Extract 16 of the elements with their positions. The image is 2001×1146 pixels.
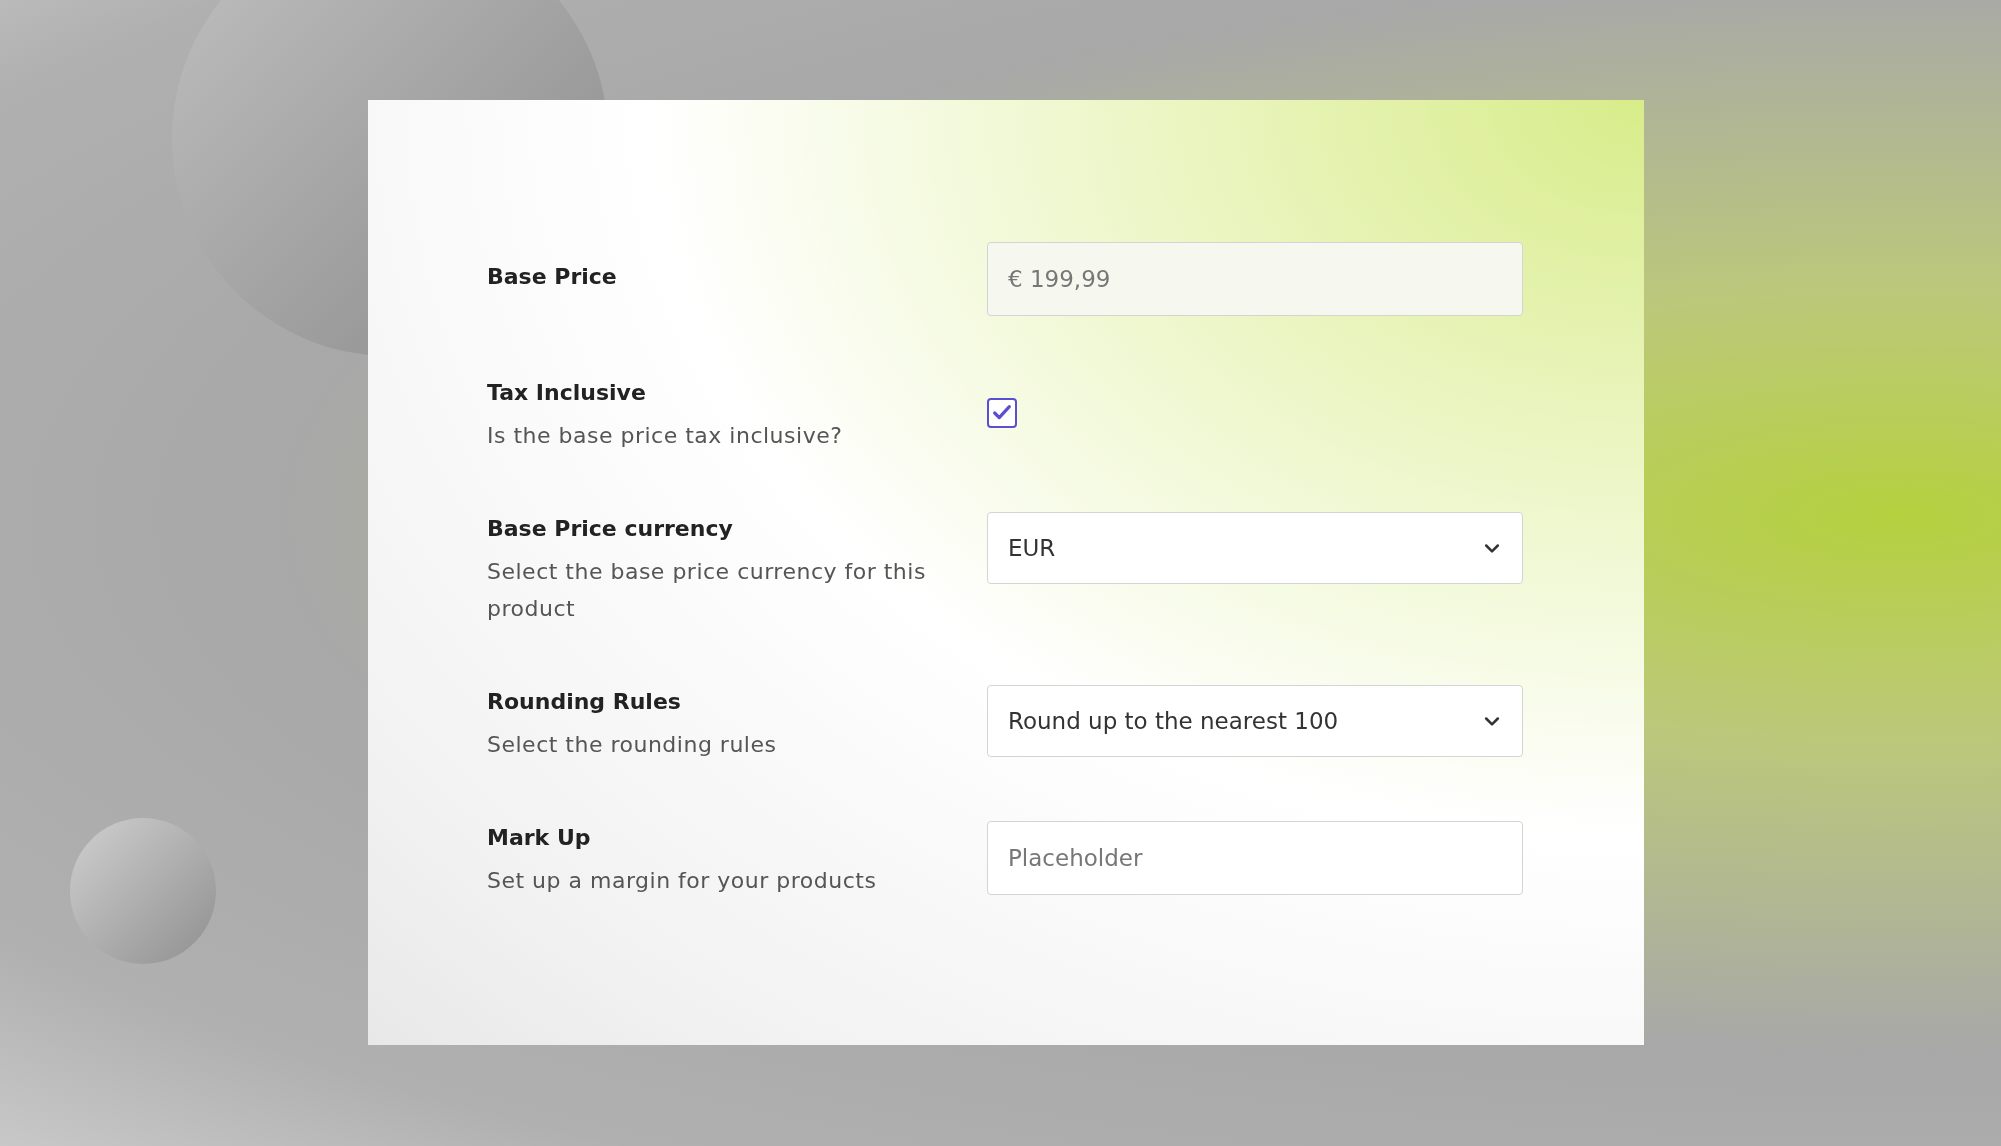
select-field[interactable]: EUR xyxy=(987,512,1523,584)
field-label: Base Price currency xyxy=(487,515,734,543)
field-label: Base Price xyxy=(487,263,618,291)
text-field[interactable]: Placeholder xyxy=(987,821,1523,895)
field-description: Select the rounding rules xyxy=(487,731,778,759)
field-description: Set up a margin for your products xyxy=(487,867,878,895)
select-field[interactable]: Round up to the nearest 100 xyxy=(987,685,1523,757)
checkbox[interactable] xyxy=(987,398,1017,428)
field-description: Is the base price tax inclusive? xyxy=(487,422,844,450)
field-label: Mark Up xyxy=(487,824,592,852)
select-value: EUR xyxy=(1008,533,1056,563)
field-label: Rounding Rules xyxy=(487,688,682,716)
field-label: Tax Inclusive xyxy=(487,379,647,407)
field-description: Select the base price currency for this product xyxy=(487,558,927,623)
text-field[interactable]: € 199,99 xyxy=(987,242,1523,316)
select-value: Round up to the nearest 100 xyxy=(1008,706,1339,736)
